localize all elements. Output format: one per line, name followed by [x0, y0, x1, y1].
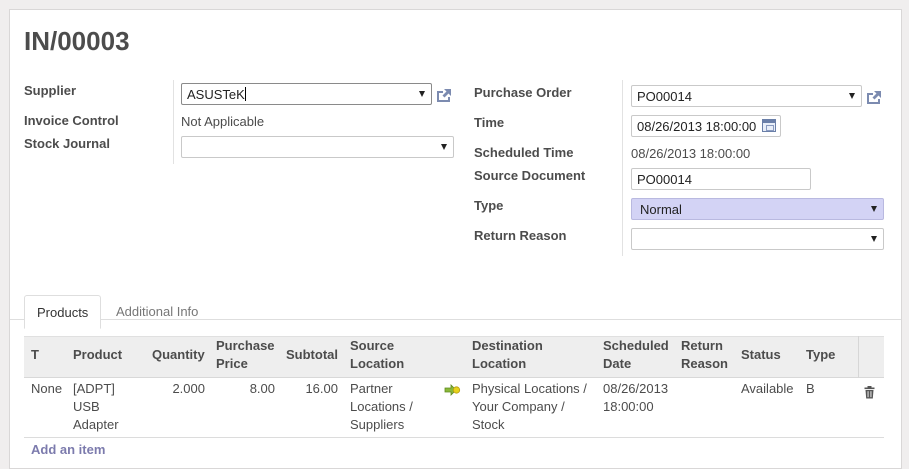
header-text: Scheduled	[603, 338, 669, 353]
column-header-product[interactable]: Product	[73, 346, 122, 364]
cell-status: Available	[741, 381, 794, 396]
chevron-down-icon[interactable]	[849, 93, 855, 99]
cell-purchase-price: 8.00	[249, 381, 275, 396]
stock-journal-select[interactable]	[181, 136, 454, 158]
cell-text: Partner	[350, 381, 393, 396]
column-separator	[858, 336, 859, 378]
field-divider	[622, 80, 623, 256]
chevron-down-icon[interactable]	[871, 236, 877, 242]
return-reason-label: Return Reason	[474, 228, 567, 243]
time-input[interactable]: 08/26/2013 18:00:00	[631, 115, 781, 137]
type-select[interactable]: Normal	[631, 198, 884, 220]
header-text: Destination	[472, 338, 543, 353]
move-arrow-icon[interactable]	[444, 384, 461, 396]
column-header-return-reason[interactable]: Return Reason	[681, 337, 728, 373]
cell-text: 18:00:00	[603, 399, 654, 414]
header-text: Location	[350, 356, 405, 371]
stock-journal-label: Stock Journal	[24, 136, 110, 151]
calendar-icon[interactable]	[762, 119, 776, 132]
cell-scheduled-date: 08/26/2013 18:00:00	[603, 380, 668, 416]
cell-text: Your Company /	[472, 399, 565, 414]
cell-text: Physical Locations /	[472, 381, 587, 396]
purchase-order-label: Purchase Order	[474, 85, 572, 100]
cell-text: 08/26/2013	[603, 381, 669, 396]
cell-text: [ADPT]	[73, 381, 115, 396]
column-header-subtotal[interactable]: Subtotal	[286, 346, 338, 364]
external-link-icon[interactable]	[865, 89, 883, 105]
supplier-value: ASUSTeK	[187, 87, 245, 102]
tab-additional-info[interactable]: Additional Info	[104, 295, 210, 329]
header-text: Price	[216, 356, 248, 371]
source-document-value: PO00014	[637, 172, 692, 187]
purchase-order-field[interactable]: PO00014	[631, 85, 862, 107]
cell-text: USB	[73, 399, 100, 414]
cell-type: B	[806, 381, 815, 396]
header-text: Return	[681, 338, 723, 353]
field-divider	[173, 80, 174, 164]
scheduled-time-value: 08/26/2013 18:00:00	[631, 146, 751, 161]
cell-text: Locations /	[350, 399, 413, 414]
column-header-t[interactable]: T	[31, 346, 39, 364]
supplier-field[interactable]: ASUSTeK	[181, 83, 432, 105]
purchase-order-value: PO00014	[637, 89, 692, 104]
scheduled-time-label: Scheduled Time	[474, 145, 574, 160]
header-text: Source	[350, 338, 395, 353]
column-header-scheduled-date[interactable]: Scheduled Date	[603, 337, 669, 373]
column-header-status[interactable]: Status	[741, 346, 781, 364]
header-text: Purchase	[216, 338, 275, 353]
row-divider	[24, 437, 884, 438]
column-header-source-location[interactable]: Source Location	[350, 337, 404, 373]
column-header-destination-location[interactable]: Destination Location	[472, 337, 543, 373]
source-document-label: Source Document	[474, 168, 586, 183]
type-label: Type	[474, 198, 504, 213]
time-value: 08/26/2013 18:00:00	[637, 119, 757, 134]
return-reason-select[interactable]	[631, 228, 884, 250]
supplier-label: Supplier	[24, 83, 77, 98]
chevron-down-icon[interactable]	[441, 144, 447, 150]
external-link-icon[interactable]	[435, 87, 453, 103]
header-text: Location	[472, 356, 527, 371]
column-header-purchase-price[interactable]: Purchase Price	[216, 337, 275, 373]
trash-icon[interactable]	[864, 386, 875, 399]
cell-destination-location: Physical Locations / Your Company / Stoc…	[472, 380, 587, 434]
header-text: Date	[603, 356, 632, 371]
tab-products[interactable]: Products	[24, 295, 101, 329]
cell-text: Suppliers	[350, 417, 405, 432]
type-value: Normal	[640, 202, 682, 217]
cell-t: None	[31, 381, 63, 396]
column-header-quantity[interactable]: Quantity	[152, 346, 205, 364]
cell-text: Adapter	[73, 417, 119, 432]
cell-text: Stock	[472, 417, 505, 432]
cell-source-location: Partner Locations / Suppliers	[350, 380, 413, 434]
header-text: Reason	[681, 356, 728, 371]
invoice-control-value: Not Applicable	[181, 114, 265, 129]
source-document-input[interactable]: PO00014	[631, 168, 811, 190]
page-title: IN/00003	[24, 26, 130, 56]
add-item-link[interactable]: Add an item	[31, 442, 105, 457]
cell-quantity: 2.000	[172, 381, 205, 396]
chevron-down-icon[interactable]	[871, 206, 877, 212]
invoice-control-label: Invoice Control	[24, 113, 119, 128]
column-header-type[interactable]: Type	[806, 346, 835, 364]
form-sheet: IN/00003 Supplier ASUSTeK Invoice Contro…	[9, 9, 902, 469]
cell-subtotal: 16.00	[305, 381, 338, 396]
chevron-down-icon[interactable]	[419, 91, 425, 97]
text-cursor	[244, 87, 246, 101]
time-label: Time	[474, 115, 505, 130]
cell-product: [ADPT] USB Adapter	[73, 380, 119, 434]
